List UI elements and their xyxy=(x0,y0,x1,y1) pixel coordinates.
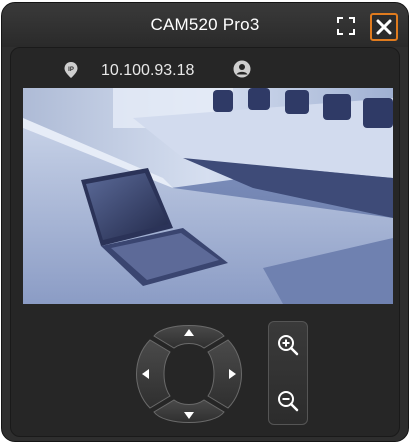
zoom-in-button[interactable] xyxy=(275,332,301,358)
ip-location-icon: IP xyxy=(64,62,78,78)
close-icon xyxy=(376,19,392,35)
ip-address: 10.100.93.18 xyxy=(101,62,195,79)
zoom-control xyxy=(268,321,308,425)
direction-pad xyxy=(136,325,242,423)
fullscreen-button[interactable] xyxy=(335,15,357,37)
title-bar: CAM520 Pro3 xyxy=(2,3,408,47)
zoom-out-icon xyxy=(278,391,299,412)
camera-window: CAM520 Pro3 IP 10.100.93.18 xyxy=(1,2,409,442)
pan-left-button[interactable] xyxy=(136,339,171,409)
info-bar: IP 10.100.93.18 xyxy=(11,48,399,88)
zoom-in-icon xyxy=(278,335,299,356)
camera-video-feed[interactable] xyxy=(23,88,393,304)
camera-panel: IP 10.100.93.18 xyxy=(10,47,400,437)
fullscreen-icon xyxy=(337,17,355,35)
user-icon[interactable] xyxy=(233,60,251,78)
pan-right-button[interactable] xyxy=(207,339,242,409)
close-button[interactable] xyxy=(370,13,398,41)
ptz-controls xyxy=(11,304,399,436)
conference-room-image xyxy=(23,88,393,304)
pan-up-button[interactable] xyxy=(153,325,225,349)
pan-down-button[interactable] xyxy=(153,399,225,423)
zoom-out-button[interactable] xyxy=(275,388,301,414)
svg-text:IP: IP xyxy=(68,67,74,73)
